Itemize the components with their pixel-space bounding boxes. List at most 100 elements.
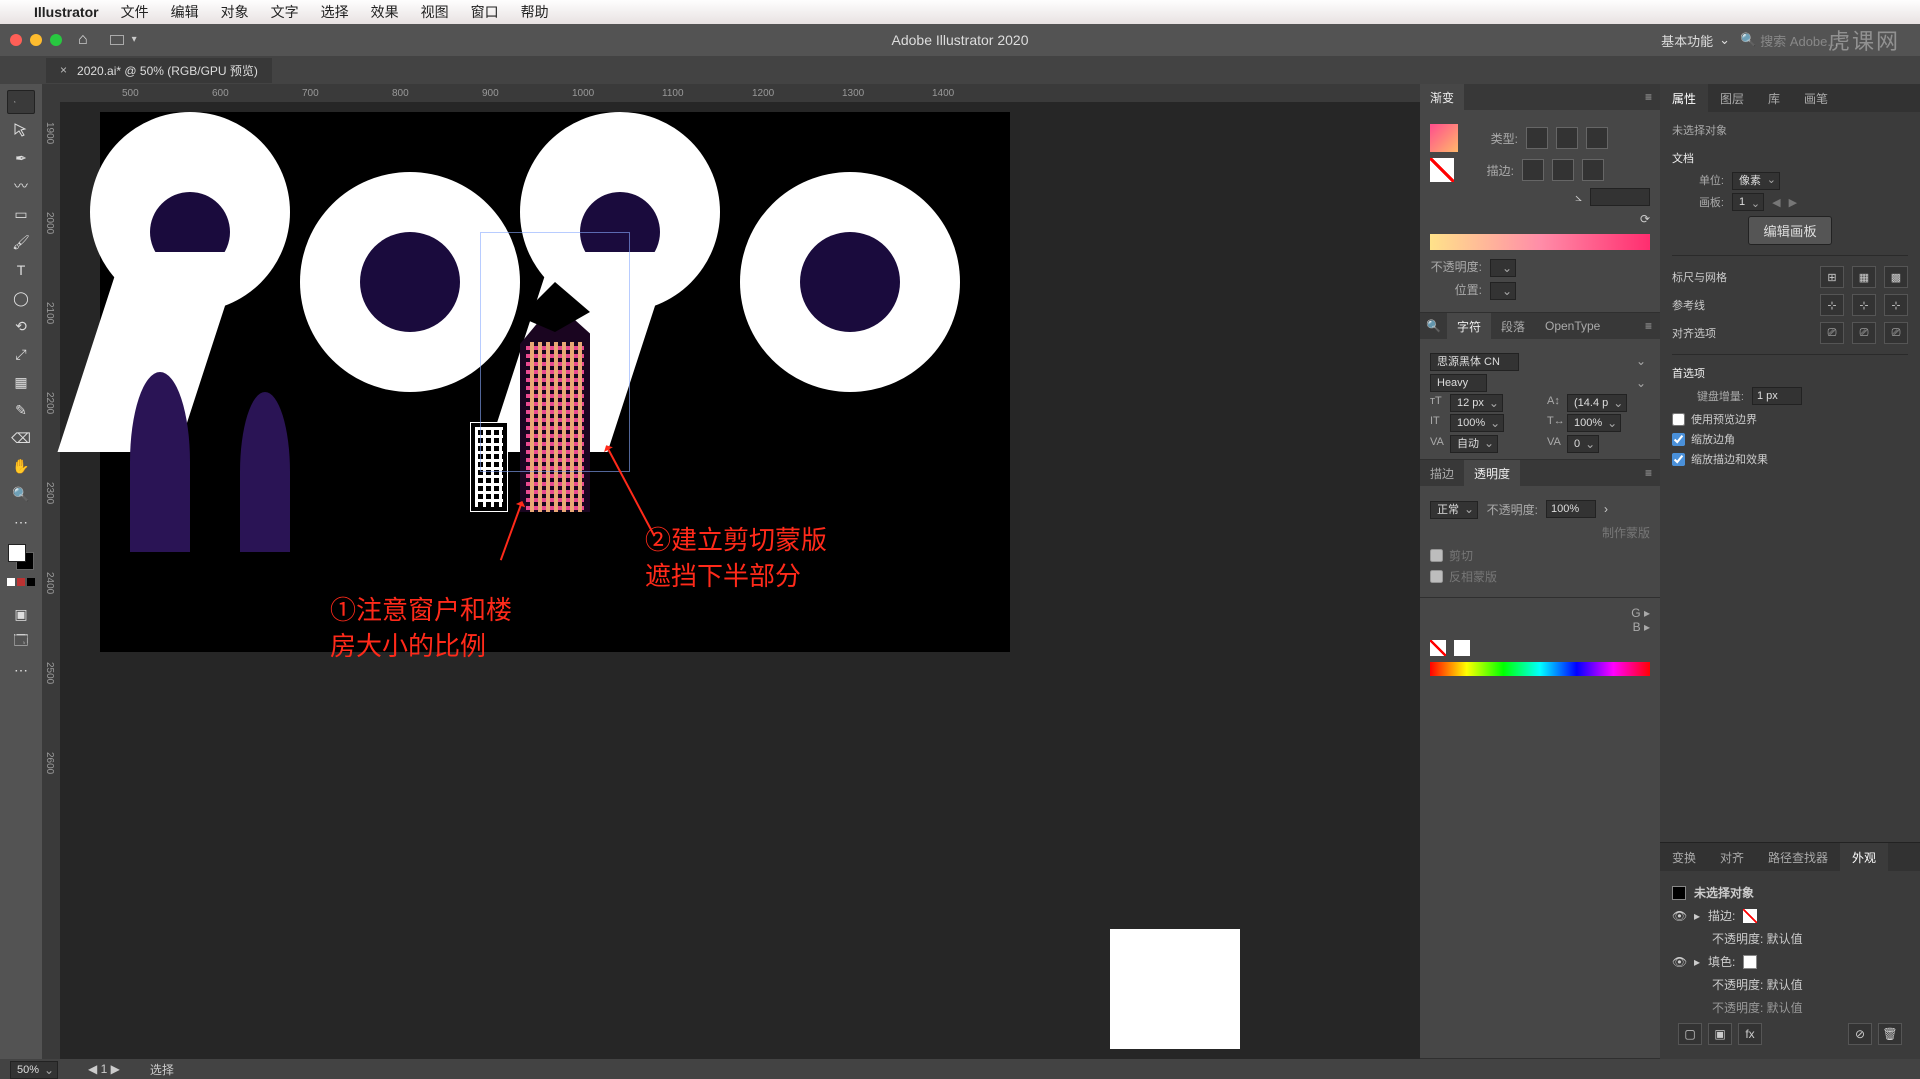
appearance-fx-icon[interactable]: fx (1738, 1023, 1762, 1045)
none-swatch[interactable] (1430, 640, 1446, 656)
font-size-field[interactable]: 12 px (1450, 394, 1503, 412)
close-icon[interactable] (10, 34, 22, 46)
gradient-tool[interactable]: ▦ (7, 370, 35, 394)
eye-icon[interactable]: 👁 (1672, 955, 1686, 969)
grad-position-field[interactable] (1490, 282, 1516, 300)
ellipse-tool[interactable]: ◯ (7, 286, 35, 310)
menu-select[interactable]: 选择 (321, 2, 349, 22)
tab-pathfinder[interactable]: 路径查找器 (1756, 843, 1840, 871)
search-input[interactable]: 🔍 搜索 Adobe... (1740, 31, 1910, 50)
scale-tool[interactable]: ⤢ (7, 342, 35, 366)
pen-tool[interactable]: ✒ (7, 146, 35, 170)
opacity-field[interactable] (1546, 500, 1596, 518)
snap-grid-icon[interactable]: ⎚ (1884, 322, 1908, 344)
ruler-vertical[interactable]: 1900 2000 2100 2200 2300 2400 2500 2600 (42, 102, 60, 1059)
gradient-slider[interactable] (1430, 234, 1650, 250)
search-font-icon[interactable]: 🔍 (1420, 319, 1447, 333)
gradient-angle[interactable] (1590, 188, 1650, 206)
tab-transparency[interactable]: 透明度 (1464, 460, 1520, 486)
panel-menu-icon[interactable]: ≡ (1637, 319, 1660, 333)
artboard-viewport[interactable]: ①注意窗户和楼房大小的比例 ②建立剪切蒙版遮挡下半部分 (60, 102, 1420, 1059)
linear-gradient-icon[interactable] (1526, 127, 1548, 149)
blend-mode-select[interactable]: 正常 (1430, 501, 1478, 519)
stroke-none-swatch[interactable] (1430, 158, 1454, 182)
appearance-new-icon[interactable]: ▢ (1678, 1023, 1702, 1045)
tab-appearance[interactable]: 外观 (1840, 843, 1888, 871)
lock-guides-icon[interactable]: ⊹ (1852, 294, 1876, 316)
preview-bounds-checkbox[interactable] (1672, 413, 1685, 426)
rectangle-tool[interactable]: ▭ (7, 202, 35, 226)
grad-opacity-field[interactable] (1490, 259, 1516, 277)
artboard[interactable]: ①注意窗户和楼房大小的比例 ②建立剪切蒙版遮挡下半部分 (100, 112, 1010, 652)
opacity-flyout-icon[interactable]: › (1604, 502, 1608, 516)
next-artboard-icon[interactable]: ▶ (1789, 196, 1797, 209)
prev-artboard-icon[interactable]: ◀ (1772, 196, 1780, 209)
tab-brushes[interactable]: 画笔 (1792, 84, 1840, 112)
unit-select[interactable]: 像素 (1732, 172, 1780, 190)
minimize-icon[interactable] (30, 34, 42, 46)
menu-file[interactable]: 文件 (121, 2, 149, 22)
zoom-tool[interactable]: 🔍 (7, 482, 35, 506)
selection-tool[interactable] (7, 90, 35, 114)
mac-menubar[interactable]: Illustrator 文件 编辑 对象 文字 选择 效果 视图 窗口 帮助 (0, 0, 1920, 24)
hand-tool[interactable]: ✋ (7, 454, 35, 478)
stroke-opacity[interactable]: 不透明度: 默认值 (1712, 930, 1803, 947)
transparency-grid-icon[interactable]: ▩ (1884, 266, 1908, 288)
document-tab[interactable]: × 2020.ai* @ 50% (RGB/GPU 预览) (46, 58, 272, 83)
tab-libraries[interactable]: 库 (1756, 84, 1792, 112)
floating-thumbnail[interactable] (1110, 929, 1240, 1049)
freeform-gradient-icon[interactable] (1586, 127, 1608, 149)
stroke-row[interactable]: 描边: (1708, 907, 1735, 924)
ruler-horizontal[interactable]: 500 600 700 800 900 1000 1100 1200 1300 … (42, 84, 1420, 102)
screen-mode[interactable]: ▣ (7, 602, 35, 626)
tracking-field[interactable]: 0 (1567, 435, 1599, 453)
rotate-tool[interactable]: ⟲ (7, 314, 35, 338)
guides-icon[interactable]: ⊹ (1820, 294, 1844, 316)
tab-paragraph[interactable]: 段落 (1491, 313, 1535, 339)
panel-menu-icon[interactable]: ≡ (1637, 466, 1660, 480)
edit-toolbar[interactable]: 🗔 (7, 630, 35, 654)
stroke-grad-1-icon[interactable] (1522, 159, 1544, 181)
menu-window[interactable]: 窗口 (471, 2, 499, 22)
workspace-switcher[interactable]: 基本功能⌄ (1661, 31, 1730, 50)
tab-layers[interactable]: 图层 (1708, 84, 1756, 112)
edit-artboard-button[interactable]: 编辑画板 (1748, 216, 1831, 245)
eraser-tool[interactable]: ⌫ (7, 426, 35, 450)
app-name[interactable]: Illustrator (34, 4, 99, 20)
obj-opacity[interactable]: 不透明度: 默认值 (1712, 999, 1803, 1016)
fill-row[interactable]: 填色: (1708, 953, 1735, 970)
vscale-field[interactable]: 100% (1450, 414, 1504, 432)
type-tool[interactable]: T (7, 258, 35, 282)
paintbrush-tool[interactable]: 🖌 (7, 230, 35, 254)
hue-spectrum[interactable] (1430, 662, 1650, 676)
artboard-select[interactable]: 1 (1732, 193, 1764, 211)
font-family-select[interactable]: 思源黑体 CN (1430, 353, 1519, 371)
ruler-icon[interactable]: ⊞ (1820, 266, 1844, 288)
tab-transform[interactable]: 变换 (1660, 843, 1708, 871)
tab-opentype[interactable]: OpenType (1535, 313, 1610, 339)
hscale-field[interactable]: 100% (1567, 414, 1621, 432)
curvature-tool[interactable]: 〰 (7, 174, 35, 198)
menu-help[interactable]: 帮助 (521, 2, 549, 22)
menu-object[interactable]: 对象 (221, 2, 249, 22)
toolbar-menu[interactable]: ⋯ (7, 658, 35, 682)
close-tab-icon[interactable]: × (60, 63, 67, 77)
tab-character[interactable]: 字符 (1447, 313, 1491, 339)
font-weight-select[interactable]: Heavy (1430, 374, 1487, 392)
stroke-grad-3-icon[interactable] (1582, 159, 1604, 181)
tab-stroke[interactable]: 描边 (1420, 460, 1464, 486)
tab-gradient[interactable]: 渐变 (1420, 84, 1464, 110)
stroke-swatch[interactable] (1743, 909, 1757, 923)
appearance-dup-icon[interactable]: ▣ (1708, 1023, 1732, 1045)
appearance-trash-icon[interactable]: 🗑 (1878, 1023, 1902, 1045)
panel-menu-icon[interactable]: ≡ (1637, 90, 1660, 104)
eye-icon[interactable]: 👁 (1672, 909, 1686, 923)
snap-pixel-icon[interactable]: ⎚ (1820, 322, 1844, 344)
menu-view[interactable]: 视图 (421, 2, 449, 22)
eyedropper-tool[interactable]: ✎ (7, 398, 35, 422)
kb-increment-field[interactable] (1752, 387, 1802, 405)
arrange-docs-icon[interactable] (110, 35, 124, 45)
gradient-preview[interactable] (1430, 124, 1458, 152)
make-mask-button[interactable]: 制作蒙版 (1602, 524, 1650, 541)
scale-strokes-checkbox[interactable] (1672, 453, 1685, 466)
